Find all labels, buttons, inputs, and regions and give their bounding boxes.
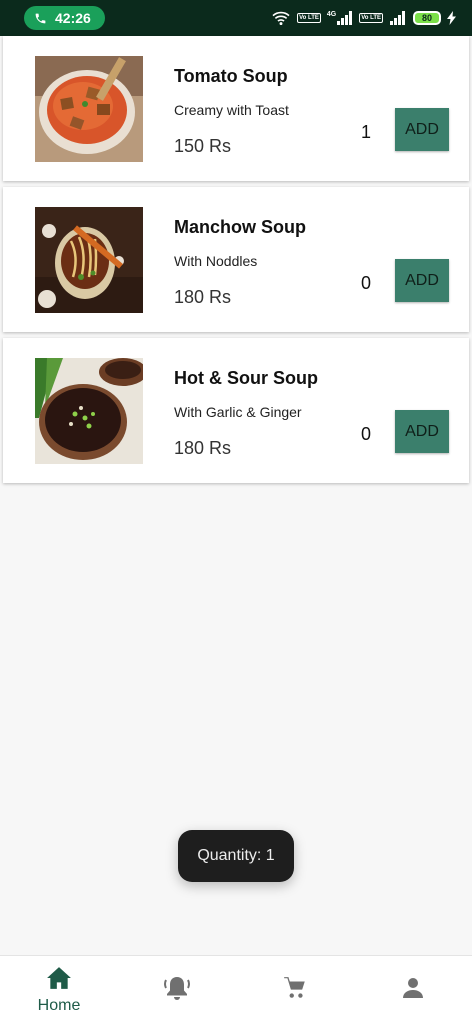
volte-icon-2: Vo LTE — [359, 13, 383, 23]
quantity-toast: Quantity: 1 — [178, 830, 294, 882]
item-quantity: 0 — [360, 273, 371, 293]
cart-icon — [281, 975, 309, 1006]
profile-icon — [401, 976, 425, 1005]
add-button[interactable]: ADD — [395, 259, 449, 302]
home-icon — [46, 966, 72, 995]
phone-icon — [34, 12, 47, 25]
item-quantity: 0 — [360, 424, 371, 444]
nav-home-label: Home — [37, 996, 81, 1014]
battery-icon: 80 — [413, 11, 441, 25]
item-title: Manchow Soup — [174, 217, 306, 237]
add-button[interactable]: ADD — [395, 410, 449, 453]
wifi-icon — [271, 10, 291, 26]
item-description: With Noddles — [174, 253, 258, 269]
call-timer: 42:26 — [55, 10, 91, 26]
list-item: Tomato Soup Creamy with Toast 150 Rs 1 A… — [3, 36, 469, 181]
list-item: Manchow Soup With Noddles 180 Rs 0 ADD — [3, 187, 469, 332]
item-price: 180 Rs — [174, 287, 232, 307]
charging-icon — [447, 11, 456, 25]
signal-4g-icon: 4G — [327, 11, 353, 25]
signal-icon — [389, 11, 407, 25]
ongoing-call-pill[interactable]: 42:26 — [24, 6, 105, 30]
nav-cart[interactable] — [236, 956, 354, 1024]
status-icons: Vo LTE 4G Vo LTE 80 — [271, 10, 456, 26]
item-description: With Garlic & Ginger — [174, 404, 302, 420]
item-price: 180 Rs — [174, 438, 232, 458]
network-type-label: 4G — [326, 11, 337, 18]
nav-notifications[interactable] — [118, 956, 236, 1024]
item-quantity: 1 — [360, 122, 371, 142]
item-description: Creamy with Toast — [174, 102, 289, 118]
hot-and-sour-soup-image — [35, 358, 143, 464]
nav-profile[interactable] — [354, 956, 472, 1024]
status-bar: 42:26 Vo LTE 4G Vo LTE 80 — [0, 0, 472, 36]
add-button[interactable]: ADD — [395, 108, 449, 151]
soup-list: Tomato Soup Creamy with Toast 150 Rs 1 A… — [3, 36, 469, 489]
item-title: Tomato Soup — [174, 66, 288, 86]
list-item: Hot & Sour Soup With Garlic & Ginger 180… — [3, 338, 469, 483]
item-title: Hot & Sour Soup — [174, 368, 318, 388]
volte-icon: Vo LTE — [297, 13, 321, 23]
tomato-soup-image — [35, 56, 143, 162]
bell-icon — [162, 974, 192, 1007]
item-price: 150 Rs — [174, 136, 232, 156]
nav-home[interactable]: Home — [0, 956, 118, 1024]
manchow-soup-image — [35, 207, 143, 313]
bottom-navigation: Home — [0, 955, 472, 1024]
